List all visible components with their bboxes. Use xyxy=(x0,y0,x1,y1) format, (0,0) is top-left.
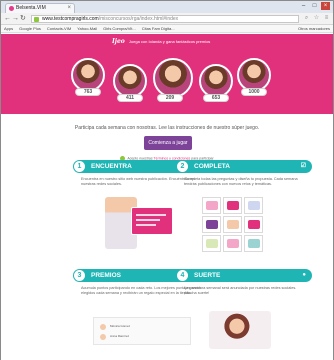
step-number: 4 xyxy=(177,270,188,281)
step-header: 2 COMPLETA ☑ xyxy=(176,160,312,173)
product-tile xyxy=(244,197,263,214)
favicon-icon xyxy=(9,6,14,11)
tab-close-icon[interactable]: × xyxy=(67,4,71,13)
product-tile xyxy=(202,197,221,214)
reload-icon[interactable]: ↻ xyxy=(20,15,26,23)
close-window-icon[interactable]: × xyxy=(321,2,330,10)
checkbox-icon: ☑ xyxy=(300,163,306,169)
product-tile xyxy=(223,197,242,214)
page-content: Ijeo Juega con Iolanda y gana fantástico… xyxy=(1,34,333,360)
winner-avatar xyxy=(71,58,105,92)
bookmark-item[interactable]: Yahoo-Mail xyxy=(77,25,97,32)
winner-avatar xyxy=(153,58,193,98)
winner-card[interactable]: 1000 xyxy=(237,58,271,96)
hero-header: Ijeo Juega con Iolanda y gana fantástico… xyxy=(112,38,222,46)
window-controls: – □ × xyxy=(299,2,330,10)
step-description: Completa todas las preguntas y diseña tu… xyxy=(184,177,298,186)
star-icon[interactable]: ☆ xyxy=(313,15,320,22)
product-tile xyxy=(223,235,242,252)
tab-title: Belsenta.VIM xyxy=(16,5,46,11)
toolbar-icons: ⌕ ☆ ≡ xyxy=(303,15,330,22)
step-title: ENCUENTRA xyxy=(91,163,132,170)
winner-avatar xyxy=(237,58,271,92)
product-tile xyxy=(223,216,242,233)
product-tile xyxy=(202,235,221,252)
tab-bar: Belsenta.VIM × – □ × xyxy=(1,1,333,13)
bookmarks-bar: Apps Google Plus Contacts-VIM Yahoo-Mail… xyxy=(1,25,333,33)
step-description: La ganadora semanal será anunciada por n… xyxy=(184,286,297,295)
prizes-illustration: Mónica Gómez Anna Ramírez xyxy=(93,317,191,345)
prize-list-item: Anna Ramírez xyxy=(100,333,186,340)
hero-banner: Ijeo Juega con Iolanda y gana fantástico… xyxy=(1,34,333,114)
winner-score: 411 xyxy=(117,94,143,102)
browser-window: Belsenta.VIM × – □ × ← → ↻ www.testcompr… xyxy=(0,0,334,360)
brand-logo[interactable]: Ijeo xyxy=(112,38,125,45)
find-illustration xyxy=(105,197,173,249)
text-line xyxy=(136,214,166,216)
avatar xyxy=(100,334,106,340)
search-icon[interactable]: ⌕ xyxy=(303,15,310,22)
drop-icon: ● xyxy=(302,272,306,278)
post-mockup xyxy=(131,207,173,235)
minimize-icon[interactable]: – xyxy=(299,2,308,10)
winner-card[interactable]: 209 xyxy=(153,58,193,102)
bookmark-item[interactable]: Otros marcadores xyxy=(298,25,333,32)
url-path: /misconcursos/rga/index.html#index xyxy=(98,16,179,22)
intro-tagline: Participa cada semana con nosotras. Lee … xyxy=(74,125,260,131)
step-title: PREMIOS xyxy=(91,272,121,279)
winners-row: 763 411 209 653 1000 xyxy=(71,54,271,114)
maximize-icon[interactable]: □ xyxy=(310,2,319,10)
winner-avatar xyxy=(113,64,147,98)
text-line xyxy=(136,224,156,226)
winner-card[interactable]: 411 xyxy=(113,64,147,102)
step-number: 2 xyxy=(177,161,188,172)
step-title: COMPLETA xyxy=(194,163,230,170)
start-game-button[interactable]: Comienza a jugar xyxy=(144,136,192,150)
winner-score: 1000 xyxy=(241,88,267,96)
bookmark-item[interactable]: Apps xyxy=(4,25,13,32)
step-card-luck: 4 SUERTE ● La ganadora semanal será anun… xyxy=(176,269,312,296)
prize-list-panel: Mónica Gómez Anna Ramírez xyxy=(93,317,191,345)
winner-score: 209 xyxy=(157,94,183,102)
browser-tab[interactable]: Belsenta.VIM × xyxy=(5,3,75,13)
browser-toolbar: ← → ↻ www.testcompragirls.com/misconcurs… xyxy=(1,13,333,25)
prize-name: Mónica Gómez xyxy=(110,324,131,328)
menu-icon[interactable]: ≡ xyxy=(323,15,330,22)
step-title: SUERTE xyxy=(194,272,221,279)
bookmark-item[interactable]: Girls Compra/Vit... xyxy=(103,25,136,32)
bookmark-item[interactable]: Citas Fam Digita... xyxy=(142,25,175,32)
winner-card[interactable]: 763 xyxy=(71,58,105,96)
product-tile xyxy=(244,216,263,233)
page-info-icon[interactable] xyxy=(34,17,39,22)
text-line xyxy=(136,219,160,221)
prize-name: Anna Ramírez xyxy=(110,334,130,338)
step-header: 4 SUERTE ● xyxy=(176,269,312,282)
complete-illustration xyxy=(202,197,266,253)
product-tile xyxy=(244,235,263,252)
bookmark-item[interactable]: Google Plus xyxy=(19,25,41,32)
address-bar[interactable]: www.testcompragirls.com/misconcursos/rga… xyxy=(31,15,299,23)
prize-list-item: Mónica Gómez xyxy=(100,323,186,330)
winner-card[interactable]: 653 xyxy=(199,64,233,102)
bookmark-item[interactable]: Contacts-VIM xyxy=(47,25,71,32)
forward-icon[interactable]: → xyxy=(12,15,19,23)
luck-illustration xyxy=(209,311,271,349)
back-icon[interactable]: ← xyxy=(4,15,11,23)
url-host: www.testcompragirls.com xyxy=(42,16,99,22)
winner-avatar xyxy=(199,64,233,98)
product-tile xyxy=(202,216,221,233)
step-card-complete: 2 COMPLETA ☑ Completa todas las pregunta… xyxy=(176,160,312,187)
winner-score: 653 xyxy=(203,94,229,102)
step-number: 3 xyxy=(74,270,85,281)
avatar xyxy=(100,324,106,330)
hero-text: Juega con Iolanda y gana fantásticos pre… xyxy=(128,39,211,44)
step-number: 1 xyxy=(74,161,85,172)
winner-score: 763 xyxy=(75,88,101,96)
